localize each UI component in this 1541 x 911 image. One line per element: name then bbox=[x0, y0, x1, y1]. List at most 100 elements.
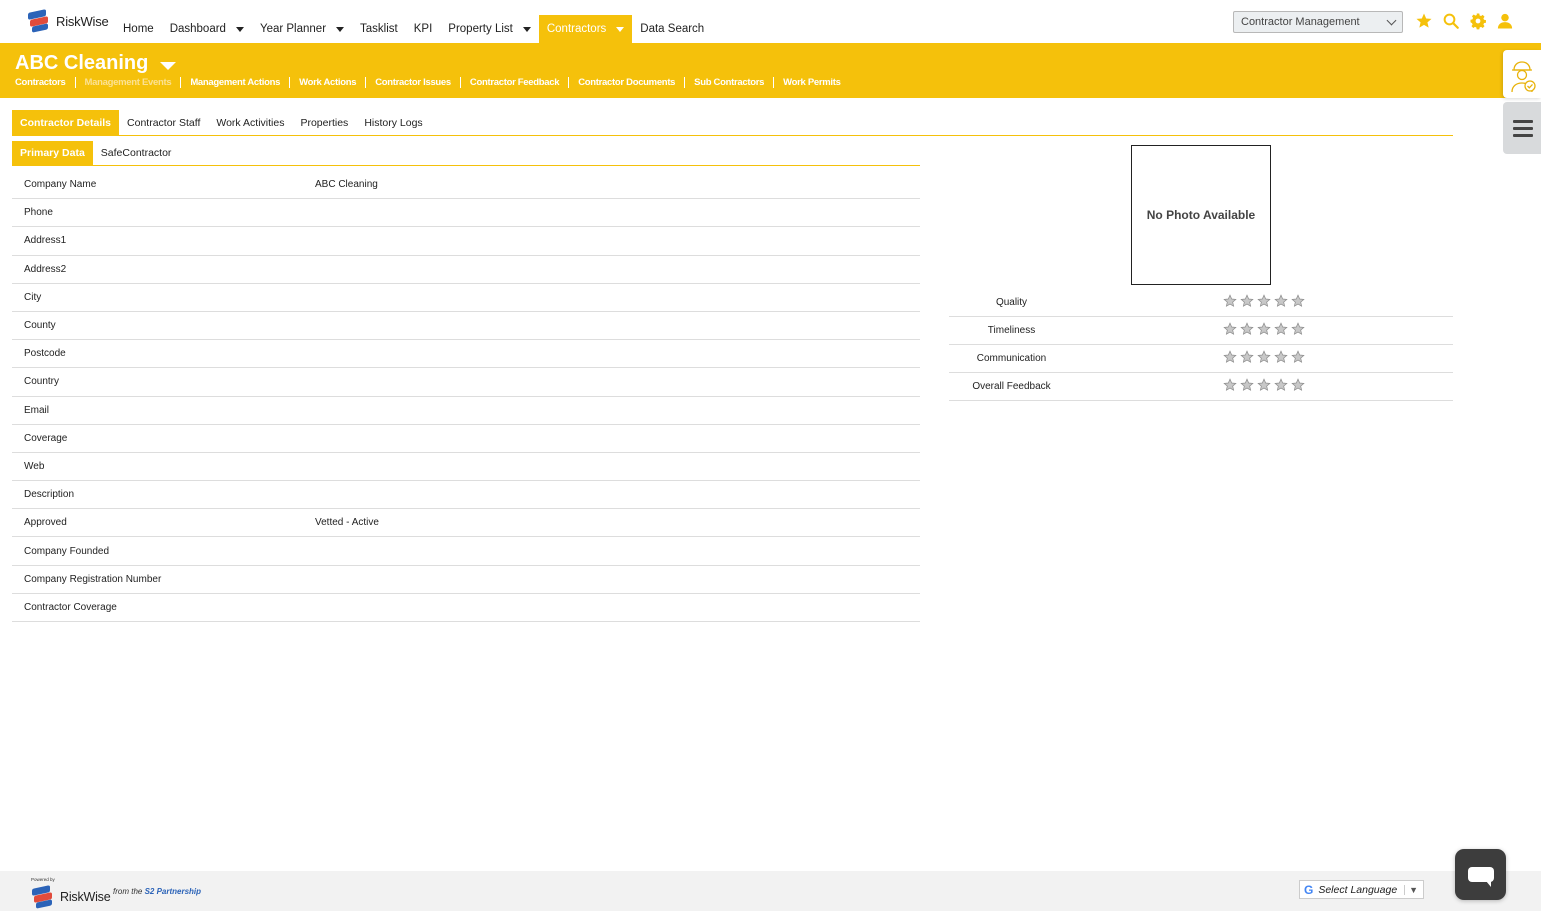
star-icon[interactable] bbox=[1223, 294, 1237, 311]
star-icon[interactable] bbox=[1291, 350, 1305, 367]
user-icon[interactable] bbox=[1496, 12, 1514, 30]
subnav-work-permits[interactable]: Work Permits bbox=[783, 77, 841, 88]
star-rating[interactable] bbox=[1223, 294, 1305, 311]
star-icon[interactable] bbox=[1274, 350, 1288, 367]
star-icon[interactable] bbox=[1257, 294, 1271, 311]
nav-item-label: Year Planner bbox=[259, 23, 327, 35]
contractor-title-dropdown[interactable]: ABC Cleaning bbox=[15, 52, 177, 75]
nav-item-home[interactable]: Home bbox=[115, 15, 162, 43]
tab-contractor-details[interactable]: Contractor Details bbox=[12, 110, 120, 135]
subnav-management-events[interactable]: Management Events bbox=[85, 77, 172, 88]
star-icon[interactable] bbox=[1291, 322, 1305, 339]
star-icon[interactable] bbox=[1240, 378, 1254, 395]
star-icon[interactable] bbox=[1223, 322, 1237, 339]
nav-item-dashboard[interactable]: Dashboard bbox=[162, 15, 252, 43]
rating-label: Quality bbox=[995, 297, 1028, 308]
star-icon[interactable] bbox=[1240, 350, 1254, 367]
contractor-subnav: Contractors Management Events Management A… bbox=[15, 77, 841, 88]
caret-down-icon bbox=[336, 26, 345, 32]
detail-row-company-name: Company Name ABC Cleaning bbox=[12, 171, 920, 200]
tab-contractor-staff[interactable]: Contractor Staff bbox=[119, 110, 208, 135]
subnav-contractors[interactable]: Contractors bbox=[15, 77, 66, 88]
tab-work-activities[interactable]: Work Activities bbox=[208, 110, 292, 135]
subnav-management-actions[interactable]: Management Actions bbox=[190, 77, 280, 88]
star-icon[interactable] bbox=[1223, 378, 1237, 395]
side-menu-tab[interactable] bbox=[1503, 102, 1541, 154]
from-partner-text: from the S2 Partnership bbox=[113, 887, 201, 896]
from-prefix: from the bbox=[113, 887, 143, 896]
nav-item-label: Home bbox=[123, 23, 154, 35]
rating-row-timeliness: Timeliness bbox=[949, 317, 1453, 345]
subnav-separator bbox=[74, 77, 76, 88]
tab-history-logs[interactable]: History Logs bbox=[356, 110, 430, 135]
contractor-widget-tab[interactable] bbox=[1503, 50, 1541, 98]
rating-row-overall-feedback: Overall Feedback bbox=[949, 373, 1453, 401]
no-photo-text: No Photo Available bbox=[1146, 208, 1256, 222]
nav-item-label: Tasklist bbox=[360, 23, 398, 35]
nav-item-label: Data Search bbox=[640, 23, 705, 35]
star-icon[interactable] bbox=[1257, 378, 1271, 395]
contractor-title: ABC Cleaning bbox=[15, 52, 149, 74]
detail-value: ABC Cleaning bbox=[315, 179, 378, 191]
subnav-contractor-issues[interactable]: Contractor Issues bbox=[375, 77, 451, 88]
riskwise-logo[interactable]: RiskWise bbox=[26, 9, 109, 33]
star-icon[interactable] bbox=[1240, 322, 1254, 339]
contractor-photo: No Photo Available bbox=[1131, 145, 1271, 285]
star-icon[interactable] bbox=[1240, 294, 1254, 311]
chat-icon bbox=[1467, 867, 1494, 887]
nav-item-tasklist[interactable]: Tasklist bbox=[352, 15, 406, 43]
detail-row-country: Country bbox=[12, 368, 920, 397]
nav-item-kpi[interactable]: KPI bbox=[406, 15, 441, 43]
footer-logo: RiskWise bbox=[30, 885, 111, 909]
subnav-sub-contractors[interactable]: Sub Contractors bbox=[694, 77, 764, 88]
module-select[interactable]: Contractor Management bbox=[1233, 11, 1403, 33]
star-icon[interactable] bbox=[1257, 322, 1271, 339]
star-icon[interactable] bbox=[1223, 350, 1237, 367]
worker-icon bbox=[1511, 61, 1536, 93]
tab-properties[interactable]: Properties bbox=[292, 110, 356, 135]
detail-label: Postcode bbox=[24, 348, 66, 360]
subnav-contractor-documents[interactable]: Contractor Documents bbox=[578, 77, 675, 88]
star-rating[interactable] bbox=[1223, 378, 1305, 395]
subtab-primary-data[interactable]: Primary Data bbox=[12, 141, 93, 165]
nav-item-data-search[interactable]: Data Search bbox=[632, 15, 712, 43]
nav-item-contractors[interactable]: Contractors bbox=[538, 15, 633, 43]
subnav-contractor-feedback[interactable]: Contractor Feedback bbox=[470, 77, 560, 88]
language-select[interactable]: G Select Language ▼ bbox=[1299, 880, 1424, 899]
nav-item-year-planner[interactable]: Year Planner bbox=[252, 15, 352, 43]
subnav-separator bbox=[773, 77, 775, 88]
star-icon[interactable] bbox=[1291, 294, 1305, 311]
search-icon[interactable] bbox=[1442, 12, 1460, 30]
google-icon: G bbox=[1304, 882, 1314, 897]
rating-label: Overall Feedback bbox=[972, 381, 1051, 392]
detail-row-address1: Address1 bbox=[12, 227, 920, 256]
detail-row-phone: Phone bbox=[12, 199, 920, 228]
detail-value: Vetted - Active bbox=[315, 517, 379, 529]
star-icon[interactable] bbox=[1415, 12, 1433, 30]
detail-label: Email bbox=[24, 404, 50, 416]
star-rating[interactable] bbox=[1223, 322, 1305, 339]
detail-label: Company Registration Number bbox=[24, 573, 162, 585]
star-icon[interactable] bbox=[1274, 322, 1288, 339]
detail-row-web: Web bbox=[12, 453, 920, 482]
contractor-header: ABC Cleaning Contractors Management Event… bbox=[0, 43, 1541, 98]
star-icon[interactable] bbox=[1291, 378, 1305, 395]
top-icons bbox=[1415, 12, 1514, 30]
star-icon[interactable] bbox=[1274, 294, 1288, 311]
detail-row-postcode: Postcode bbox=[12, 340, 920, 369]
nav-item-property-list[interactable]: Property List bbox=[440, 15, 539, 43]
star-icon[interactable] bbox=[1274, 378, 1288, 395]
detail-label: Company Name bbox=[24, 179, 97, 191]
ratings-table: Quality Timeliness Communication Overall Fe… bbox=[949, 289, 1453, 401]
chat-button[interactable] bbox=[1455, 849, 1506, 900]
gear-icon[interactable] bbox=[1469, 12, 1487, 30]
detail-row-description: Description bbox=[12, 481, 920, 510]
subtab-safecontractor[interactable]: SafeContractor bbox=[93, 141, 180, 165]
subnav-separator bbox=[289, 77, 291, 88]
detail-label: Approved bbox=[24, 517, 67, 529]
detail-row-email: Email bbox=[12, 397, 920, 425]
subnav-work-actions[interactable]: Work Actions bbox=[299, 77, 356, 88]
star-rating[interactable] bbox=[1223, 350, 1305, 367]
top-navbar: RiskWise Home Dashboard Year Planner Taskli… bbox=[0, 0, 1541, 43]
star-icon[interactable] bbox=[1257, 350, 1271, 367]
